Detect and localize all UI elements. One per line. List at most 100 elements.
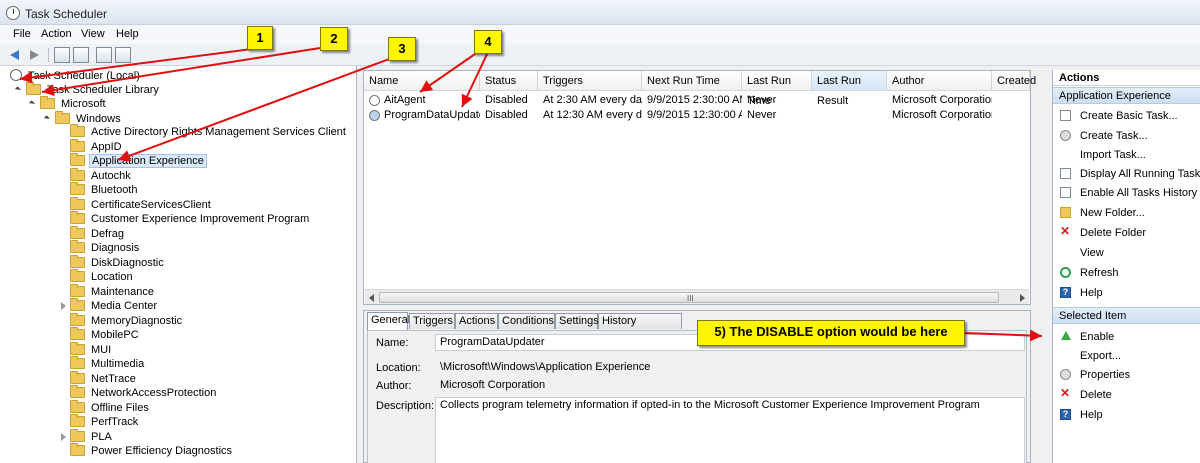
table-row[interactable]: ProgramDataUpdater Disabled At 12:30 AM … [364, 108, 1030, 123]
folder-icon [70, 138, 85, 152]
tab-history[interactable]: History (disabled) [598, 313, 682, 341]
folder-icon [1060, 207, 1071, 218]
column-header-created[interactable]: Created [992, 71, 1036, 91]
action-delete-folder[interactable]: Delete Folder [1053, 224, 1200, 242]
callout-5: 5) The DISABLE option would be here [697, 320, 965, 346]
action-help-selected[interactable]: ? Help [1053, 406, 1200, 424]
action-label: New Folder... [1080, 207, 1145, 219]
tree-library-label: Task Scheduler Library [47, 84, 159, 96]
folder-icon [70, 283, 85, 297]
window-title: Task Scheduler [25, 7, 108, 21]
tree-folder-label: Location [91, 271, 133, 283]
scroll-thumb[interactable]: III [379, 292, 999, 303]
action-create-task[interactable]: Create Task... [1053, 127, 1200, 145]
expand-icon[interactable] [43, 115, 51, 122]
action-help[interactable]: ? Help [1053, 284, 1200, 302]
show-hide-tree-icon[interactable] [73, 47, 89, 63]
column-header-status[interactable]: Status [480, 71, 538, 91]
horizontal-scrollbar[interactable]: III [365, 289, 1029, 304]
history-icon [1060, 187, 1071, 198]
tab-actions[interactable]: Actions [455, 313, 498, 329]
cell-next-run: 9/9/2015 2:30:00 AM [647, 94, 742, 106]
scroll-right-icon[interactable] [1020, 294, 1025, 302]
folder-icon [70, 428, 85, 442]
expand-icon[interactable] [61, 302, 66, 310]
action-label: Create Task... [1080, 130, 1148, 142]
menu-bar: File Action View Help [0, 25, 1200, 44]
folder-icon [70, 182, 85, 195]
author-label: Author: [376, 380, 412, 392]
expand-icon[interactable] [14, 86, 22, 93]
column-header-last-run-result[interactable]: Last Run Result [812, 71, 887, 107]
expand-icon[interactable] [61, 432, 66, 441]
column-header-triggers[interactable]: Triggers [538, 71, 642, 91]
wizard-icon [1060, 110, 1071, 121]
up-folder-icon[interactable] [54, 47, 70, 63]
action-label: Create Basic Task... [1080, 110, 1178, 122]
forward-arrow-icon[interactable] [26, 47, 42, 63]
action-import-task[interactable]: Import Task... [1053, 146, 1200, 164]
menu-view[interactable]: View [81, 28, 105, 40]
title-bar: Task Scheduler [0, 0, 1200, 25]
folder-icon [70, 399, 85, 413]
action-export[interactable]: Export... [1053, 347, 1200, 365]
task-scheduler-icon [6, 6, 20, 20]
folder-icon [70, 196, 85, 210]
show-hide-action-pane-icon[interactable] [115, 47, 131, 63]
action-new-folder[interactable]: New Folder... [1053, 204, 1200, 222]
action-label: Refresh [1080, 267, 1119, 279]
tree-folder-label: Bluetooth [91, 184, 138, 196]
action-create-basic-task[interactable]: Create Basic Task... [1053, 107, 1200, 125]
column-header-author[interactable]: Author [887, 71, 992, 91]
back-arrow-icon[interactable] [8, 47, 24, 63]
folder-icon [70, 341, 85, 355]
action-display-running[interactable]: Display All Running Tasks [1053, 165, 1200, 183]
task-clock-icon [369, 95, 380, 106]
tab-conditions[interactable]: Conditions [498, 313, 555, 329]
menu-help[interactable]: Help [116, 28, 139, 40]
action-refresh[interactable]: Refresh [1053, 264, 1200, 282]
description-field[interactable]: Collects program telemetry information i… [435, 397, 1025, 463]
expand-icon[interactable] [28, 100, 36, 107]
column-header-name[interactable]: Name [364, 71, 480, 91]
section-application-experience[interactable]: Application Experience [1053, 87, 1200, 104]
blank-icon [1060, 247, 1071, 258]
menu-action[interactable]: Action [41, 28, 72, 40]
action-delete[interactable]: Delete [1053, 386, 1200, 404]
list-icon [1060, 168, 1071, 179]
description-label: Description: [376, 400, 435, 412]
cell-last-run: Never [747, 109, 777, 121]
action-enable[interactable]: Enable [1053, 328, 1200, 346]
tree-windows-label: Windows [76, 113, 121, 125]
tree-folder-label: CertificateServicesClient [91, 198, 211, 211]
action-enable-history[interactable]: Enable All Tasks History [1053, 184, 1200, 202]
folder-icon [70, 312, 85, 326]
folder-icon [55, 111, 70, 124]
scroll-left-icon[interactable] [369, 294, 374, 302]
column-header-last-run-time[interactable]: Last Run Time [742, 71, 812, 107]
help-icon: ? [1060, 287, 1071, 298]
tab-general[interactable]: General [367, 312, 410, 330]
callout-4: 4 [474, 30, 502, 54]
tree-folder-label: PerfTrack [91, 416, 139, 428]
folder-icon [70, 225, 85, 239]
help-icon[interactable] [96, 47, 112, 63]
action-label: Help [1080, 287, 1103, 299]
action-label: Enable All Tasks History [1080, 187, 1198, 199]
table-row[interactable]: AitAgent Disabled At 2:30 AM every day 9… [364, 93, 1030, 108]
folder-icon [40, 96, 55, 109]
tab-settings[interactable]: Settings [555, 313, 599, 329]
tab-triggers[interactable]: Triggers [409, 313, 455, 329]
column-header-next-run-time[interactable]: Next Run Time [642, 71, 742, 91]
navigation-tree: Task Scheduler (Local) Task Scheduler Li… [0, 66, 357, 463]
menu-file[interactable]: File [13, 28, 31, 40]
scroll-grip: III [687, 294, 694, 303]
action-properties[interactable]: Properties [1053, 366, 1200, 384]
actions-pane: Actions Application Experience Create Ba… [1052, 70, 1200, 463]
callout-3: 3 [388, 37, 416, 61]
folder-icon [70, 298, 85, 311]
tree-root-label: Task Scheduler (Local) [28, 70, 140, 82]
action-view[interactable]: View [1053, 244, 1200, 262]
section-selected-item[interactable]: Selected Item [1053, 307, 1200, 324]
clock-icon [10, 69, 22, 81]
